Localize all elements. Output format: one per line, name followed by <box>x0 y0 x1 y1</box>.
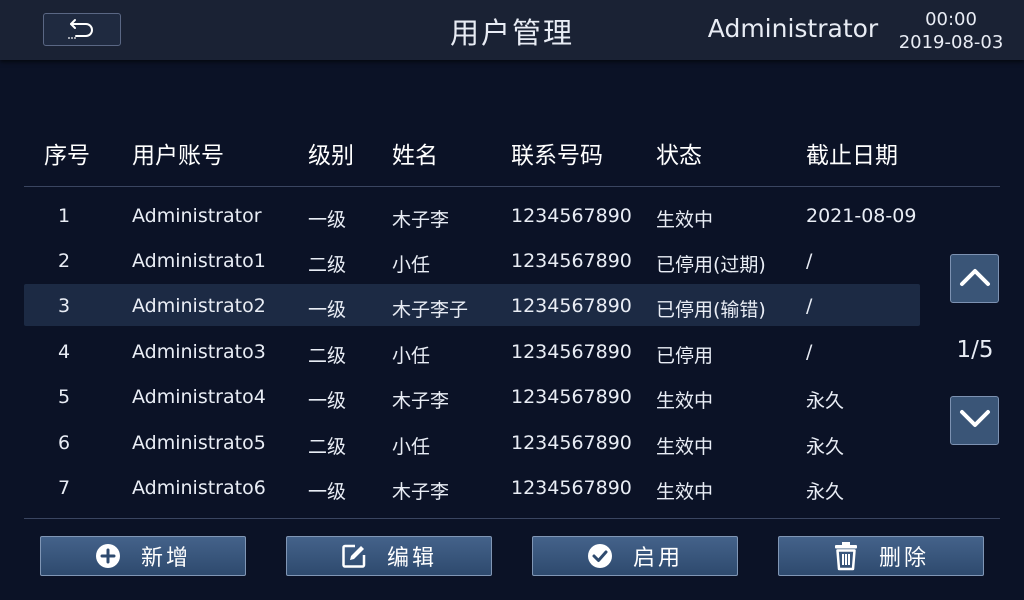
table-header: 序号 用户账号 级别 姓名 联系号码 状态 截止日期 <box>24 128 1000 187</box>
clock-date: 2019-08-03 <box>898 32 1004 53</box>
cell-index: 1 <box>57 205 71 227</box>
page-title: 用户管理 <box>449 16 574 50</box>
column-header-phone: 联系号码 <box>511 143 603 169</box>
table-row[interactable]: 4 Administrato3 二级 小任 1234567890 已停用 / <box>24 333 920 375</box>
cell-index: 4 <box>57 341 71 363</box>
page-indicator: 1/5 <box>956 337 994 363</box>
cell-index: 6 <box>57 432 71 454</box>
table-bottom-divider <box>24 518 1000 519</box>
cell-name: 木子李子 <box>392 299 469 321</box>
cell-phone: 1234567890 <box>511 205 632 227</box>
check-circle-icon <box>587 543 613 569</box>
cell-expire: 2021-08-09 <box>806 205 917 227</box>
page-down-button[interactable] <box>950 396 999 445</box>
cell-level: 二级 <box>308 436 347 458</box>
cell-name: 小任 <box>392 254 431 276</box>
back-button[interactable] <box>43 13 121 46</box>
column-header-status: 状态 <box>656 143 702 169</box>
cell-account: Administrator <box>132 205 262 227</box>
trash-icon <box>833 541 859 571</box>
clock-time: 00:00 <box>925 9 977 30</box>
add-button-label: 新增 <box>140 546 191 571</box>
cell-phone: 1234567890 <box>511 386 632 408</box>
cell-level: 一级 <box>308 390 347 412</box>
cell-status: 生效中 <box>656 436 714 458</box>
cell-phone: 1234567890 <box>511 250 632 272</box>
cell-name: 木子李 <box>392 209 450 231</box>
add-button[interactable]: 新增 <box>40 536 246 576</box>
enable-button-label: 启用 <box>632 546 683 571</box>
cell-level: 二级 <box>308 345 347 367</box>
cell-phone: 1234567890 <box>511 341 632 363</box>
cell-account: Administrato2 <box>132 295 266 317</box>
cell-index: 5 <box>57 386 71 408</box>
column-header-level: 级别 <box>308 143 354 169</box>
table-row[interactable]: 6 Administrato5 二级 小任 1234567890 生效中 永久 <box>24 424 920 466</box>
cell-expire: 永久 <box>806 390 845 412</box>
cell-index: 7 <box>57 477 71 499</box>
cell-phone: 1234567890 <box>511 432 632 454</box>
column-header-name: 姓名 <box>392 143 438 169</box>
cell-status: 生效中 <box>656 390 714 412</box>
chevron-up-icon <box>958 266 992 292</box>
cell-phone: 1234567890 <box>511 477 632 499</box>
table-row[interactable]: 7 Administrato6 一级 木子李 1234567890 生效中 永久 <box>24 469 920 511</box>
cell-expire: 永久 <box>806 481 845 503</box>
chevron-down-icon <box>958 408 992 434</box>
delete-button-label: 删除 <box>878 546 929 571</box>
cell-status: 生效中 <box>656 481 714 503</box>
edit-button[interactable]: 编辑 <box>286 536 492 576</box>
column-header-expire: 截止日期 <box>806 143 898 169</box>
top-bar: 用户管理 Administrator 00:00 2019-08-03 <box>0 0 1024 60</box>
clock: 00:00 2019-08-03 <box>894 8 1008 54</box>
cell-name: 木子李 <box>392 390 450 412</box>
table-row[interactable]: 1 Administrator 一级 木子李 1234567890 生效中 20… <box>24 197 920 239</box>
cell-status: 生效中 <box>656 209 714 231</box>
cell-expire: / <box>806 295 813 317</box>
cell-level: 一级 <box>308 209 347 231</box>
table-row[interactable]: 2 Administrato1 二级 小任 1234567890 已停用(过期)… <box>24 242 920 284</box>
cell-level: 二级 <box>308 254 347 276</box>
table-row[interactable]: 5 Administrato4 一级 木子李 1234567890 生效中 永久 <box>24 378 920 420</box>
cell-level: 一级 <box>308 481 347 503</box>
cell-status: 已停用(过期) <box>656 254 766 276</box>
page-up-button[interactable] <box>950 254 999 303</box>
cell-expire: 永久 <box>806 436 845 458</box>
edit-icon <box>341 543 367 569</box>
cell-expire: / <box>806 341 813 363</box>
back-arrow-icon <box>66 16 98 44</box>
cell-name: 小任 <box>392 436 431 458</box>
cell-account: Administrato4 <box>132 386 266 408</box>
delete-button[interactable]: 删除 <box>778 536 984 576</box>
cell-account: Administrato3 <box>132 341 266 363</box>
cell-level: 一级 <box>308 299 347 321</box>
cell-status: 已停用(输错) <box>656 299 766 321</box>
column-header-account: 用户账号 <box>132 143 224 169</box>
cell-expire: / <box>806 250 813 272</box>
edit-button-label: 编辑 <box>386 546 437 571</box>
table-row-selected[interactable]: 3 Administrato2 一级 木子李子 1234567890 已停用(输… <box>24 284 920 326</box>
plus-circle-icon <box>95 543 121 569</box>
cell-account: Administrato5 <box>132 432 266 454</box>
cell-phone: 1234567890 <box>511 295 632 317</box>
cell-account: Administrato6 <box>132 477 266 499</box>
cell-name: 木子李 <box>392 481 450 503</box>
current-user: Administrator <box>707 14 879 43</box>
enable-button[interactable]: 启用 <box>532 536 738 576</box>
cell-index: 3 <box>57 295 71 317</box>
cell-name: 小任 <box>392 345 431 367</box>
cell-index: 2 <box>57 250 71 272</box>
column-header-index: 序号 <box>44 143 90 169</box>
cell-status: 已停用 <box>656 345 714 367</box>
cell-account: Administrato1 <box>132 250 266 272</box>
